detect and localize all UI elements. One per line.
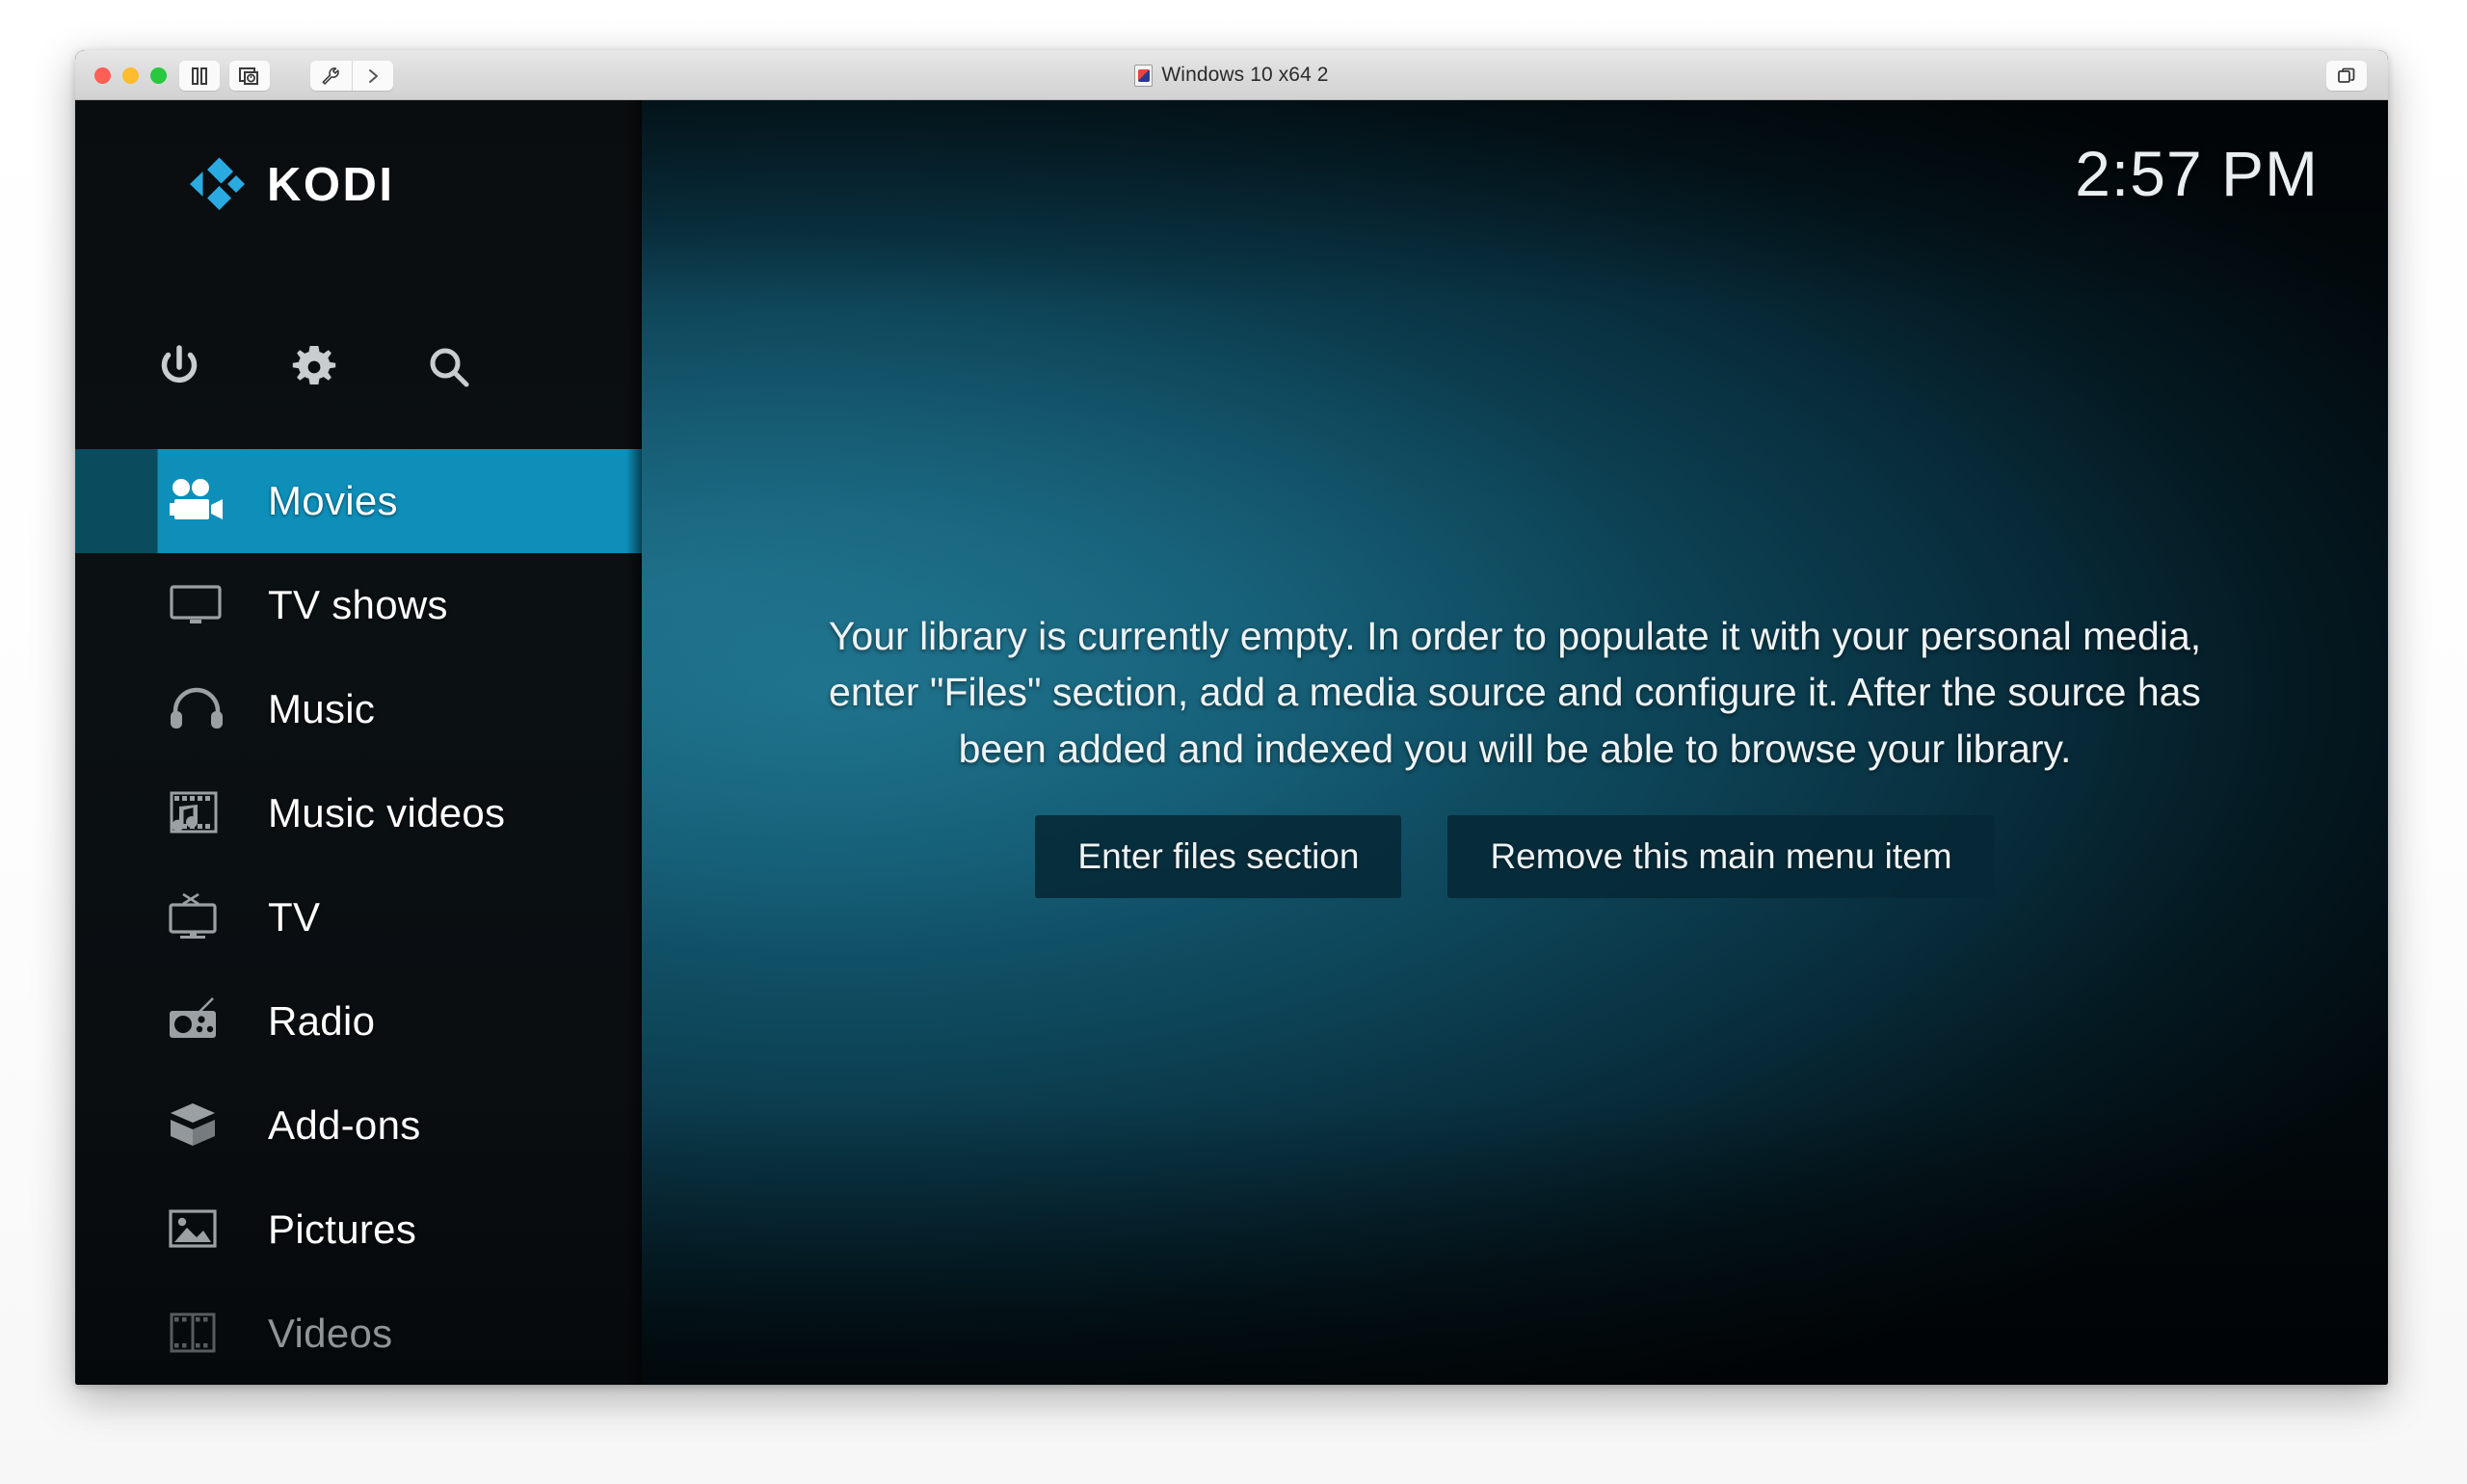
empty-library-message: Your library is currently empty. In orde… (828, 614, 2202, 771)
main-content: Your library is currently empty. In orde… (642, 100, 2388, 1385)
remove-main-menu-item-button[interactable]: Remove this main menu item (1447, 814, 1995, 898)
kodi-app: 2:57 PM KODI Movies TV shows Music Music… (75, 100, 2388, 1385)
sidebar: KODI Movies TV shows Music Music videos … (75, 100, 642, 1385)
sidebar-item-label: TV (268, 894, 321, 940)
monitor-icon (167, 580, 268, 630)
window-title: Windows 10 x64 2 (75, 50, 2388, 100)
sidebar-item-tv[interactable]: TV (75, 865, 642, 969)
kodi-brand-text: KODI (267, 159, 395, 211)
sidebar-item-radio[interactable]: Radio (75, 969, 642, 1073)
sidebar-item-label: Videos (268, 1311, 393, 1356)
picture-icon (167, 1205, 268, 1255)
restore-windows-icon (2338, 67, 2355, 83)
film-music-icon (167, 788, 268, 838)
desktop-background: Windows 10 x64 2 2:57 PM KODI Movies TV … (0, 0, 2467, 1484)
sidebar-item-label: Pictures (268, 1206, 417, 1252)
movie-camera-icon (167, 476, 268, 526)
sidebar-item-music[interactable]: Music (75, 657, 642, 761)
vm-window: Windows 10 x64 2 2:57 PM KODI Movies TV … (75, 50, 2388, 1385)
restore-button[interactable] (2326, 61, 2367, 91)
sidebar-item-label: TV shows (268, 582, 448, 627)
sidebar-item-label: Music (268, 686, 376, 731)
sidebar-item-pictures[interactable]: Pictures (75, 1178, 642, 1282)
sidebar-item-label: Movies (268, 478, 398, 523)
window-titlebar: Windows 10 x64 2 (75, 50, 2388, 100)
main-menu: Movies TV shows Music Music videos TV Ra… (75, 449, 642, 1385)
film-strip-icon (167, 1309, 268, 1359)
empty-library-block: Your library is currently empty. In orde… (763, 608, 2267, 898)
power-icon[interactable] (112, 342, 247, 392)
sidebar-item-movies[interactable]: Movies (75, 449, 642, 553)
sidebar-item-music-videos[interactable]: Music videos (75, 761, 642, 865)
gear-icon[interactable] (247, 342, 382, 392)
sidebar-item-videos[interactable]: Videos (75, 1282, 642, 1385)
search-icon[interactable] (382, 342, 517, 392)
sidebar-item-add-ons[interactable]: Add-ons (75, 1073, 642, 1178)
kodi-brand: KODI (186, 156, 395, 214)
vm-document-icon (1134, 64, 1154, 87)
sidebar-item-label: Radio (268, 998, 376, 1044)
sidebar-item-label: Add-ons (268, 1102, 421, 1148)
open-box-icon (167, 1100, 268, 1151)
quick-actions-bar (75, 314, 642, 420)
kodi-logo-icon (190, 157, 245, 210)
radio-icon (167, 996, 268, 1047)
empty-library-actions: Enter files section Remove this main men… (763, 814, 2267, 898)
sidebar-item-tv-shows[interactable]: TV shows (75, 553, 642, 657)
retro-tv-icon (167, 892, 268, 942)
headphones-icon (167, 684, 268, 734)
sidebar-item-label: Music videos (268, 790, 506, 835)
window-title-text: Windows 10 x64 2 (1161, 64, 1329, 86)
enter-files-section-button[interactable]: Enter files section (1035, 814, 1402, 898)
